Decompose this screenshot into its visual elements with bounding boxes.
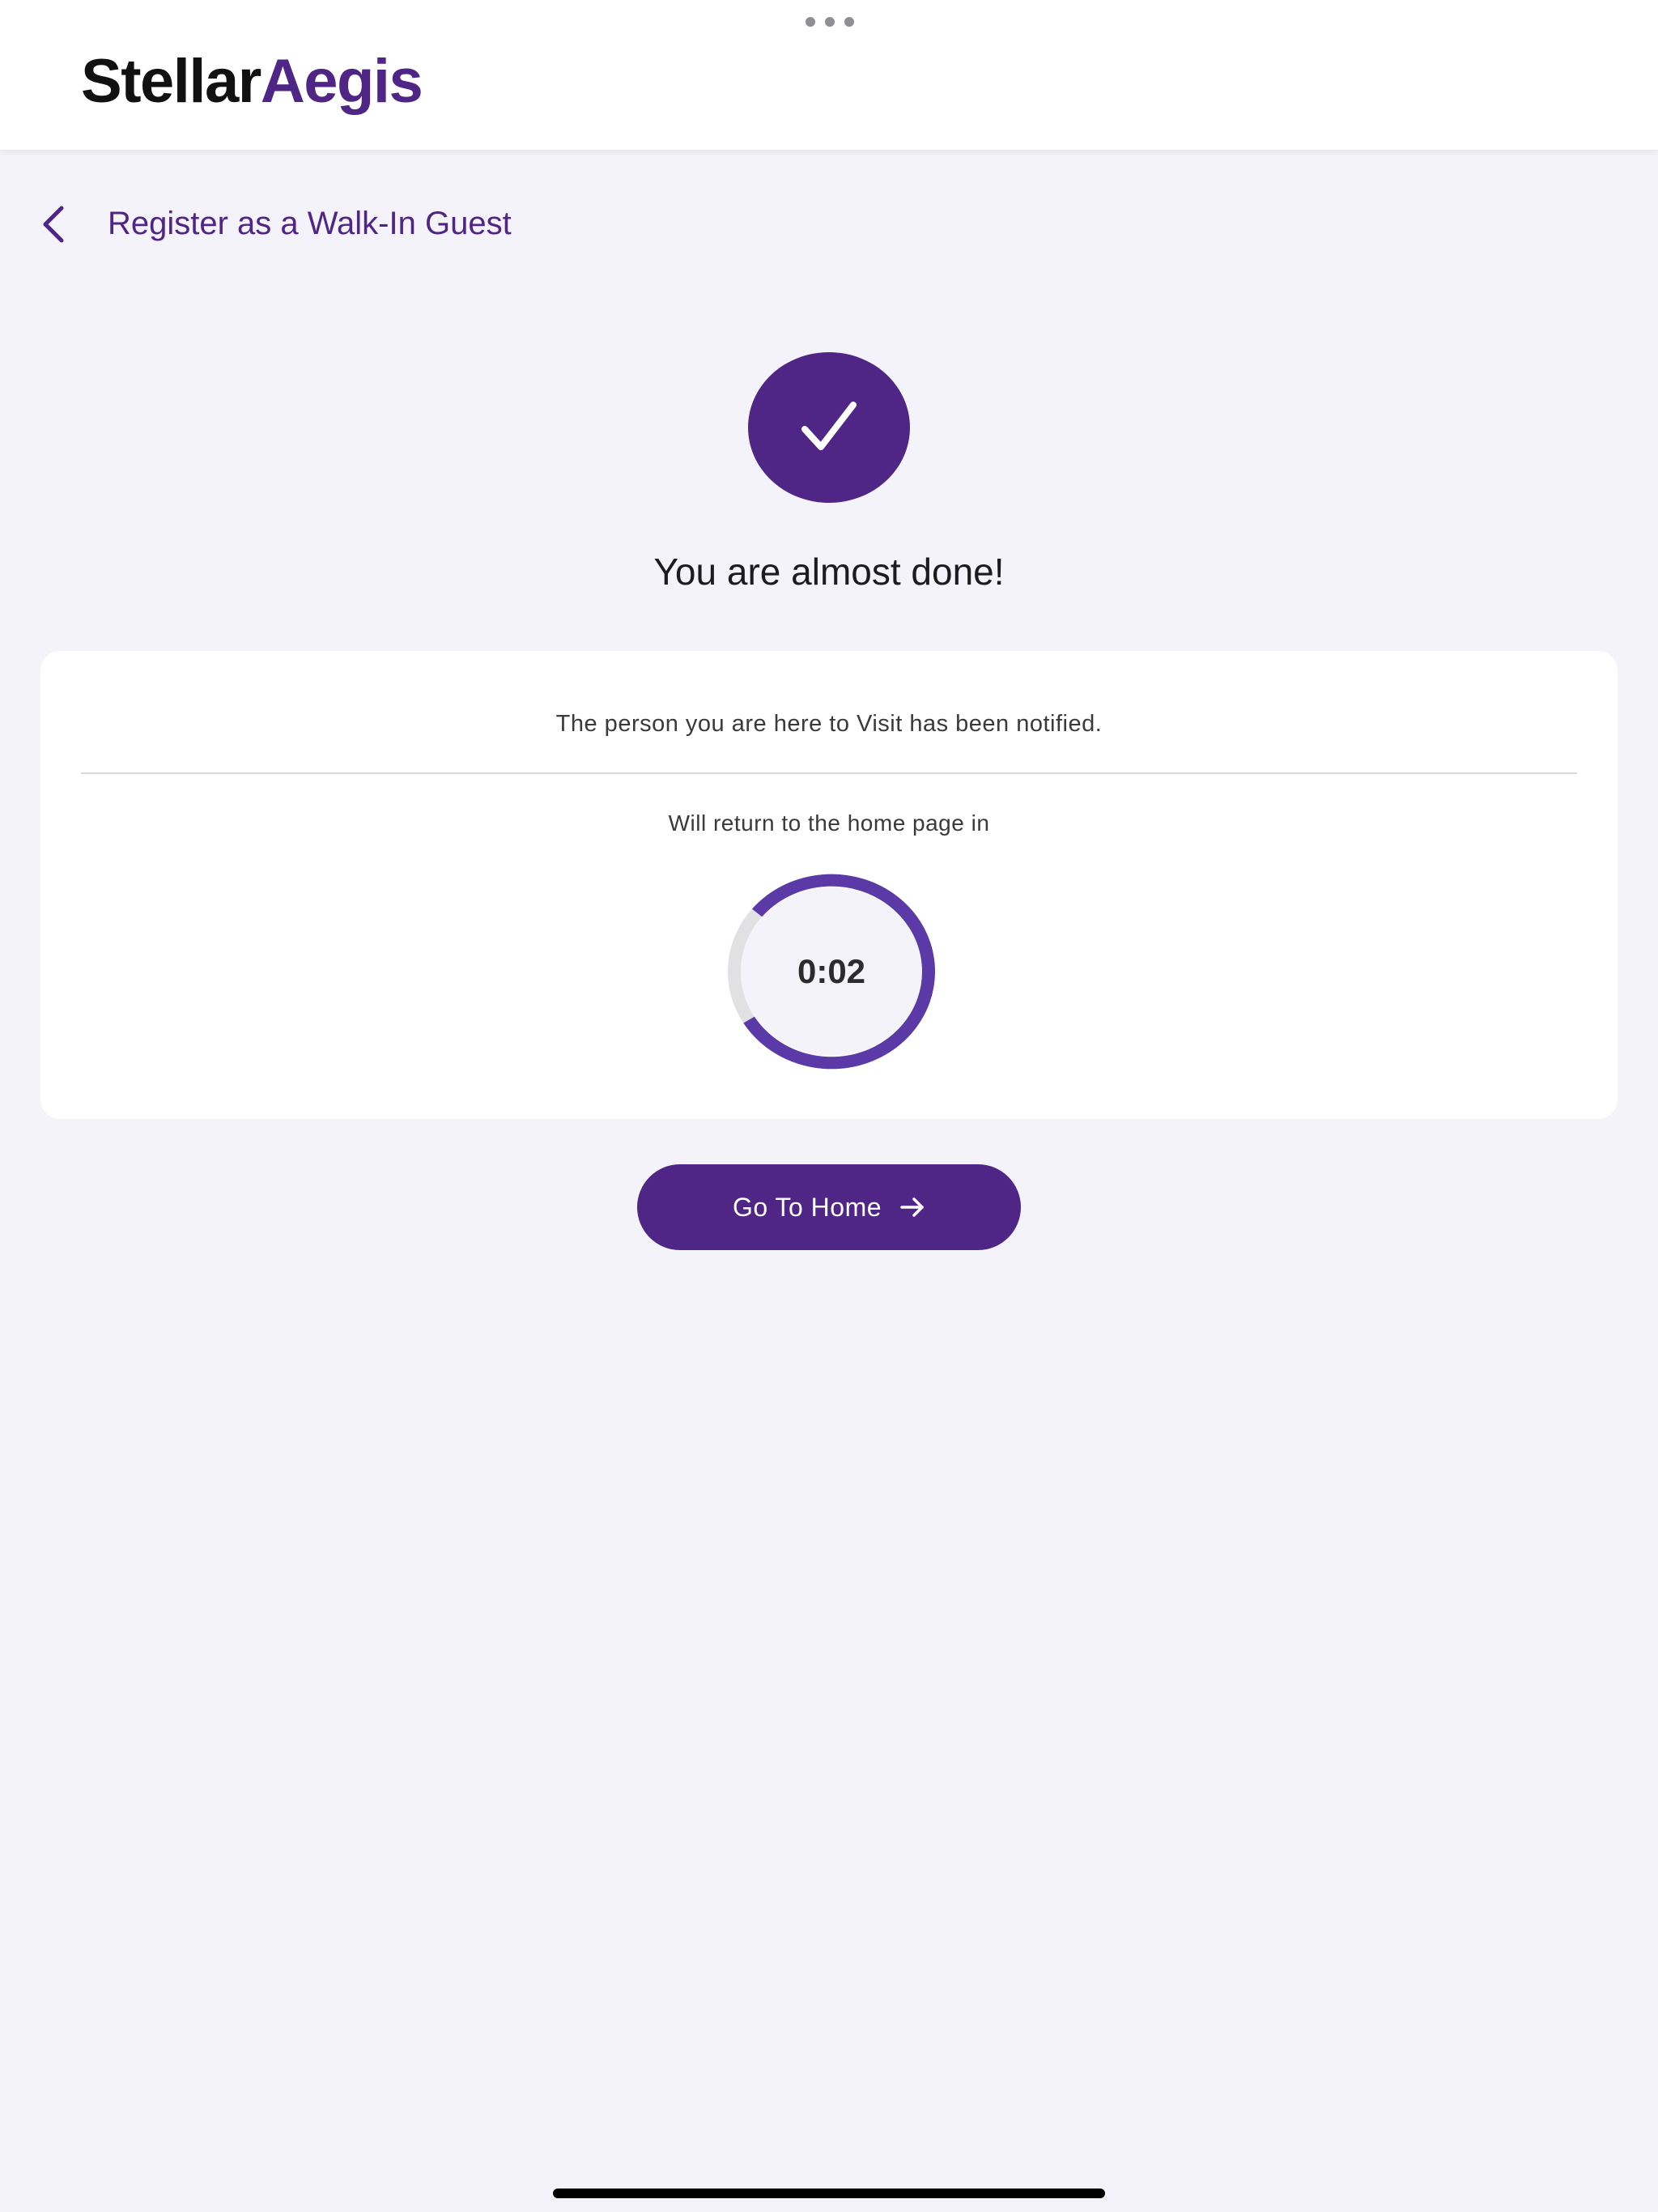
go-to-home-button[interactable]: Go To Home — [637, 1164, 1021, 1250]
return-countdown-label: Will return to the home page in — [668, 810, 990, 836]
logo-text-aegis: Aegis — [260, 47, 423, 116]
multitask-menu-icon[interactable] — [806, 16, 854, 28]
back-button[interactable] — [29, 200, 78, 249]
go-to-home-label: Go To Home — [732, 1192, 882, 1222]
notification-message: The person you are here to Visit has bee… — [555, 711, 1103, 737]
page-title: Register as a Walk-In Guest — [108, 206, 512, 241]
countdown-timer: 0:02 — [718, 865, 945, 1078]
brand-logo: StellarAegis — [81, 47, 423, 117]
countdown-value: 0:02 — [797, 952, 866, 990]
app-header: StellarAegis — [0, 0, 1658, 150]
notification-card: The person you are here to Visit has bee… — [40, 651, 1618, 1119]
card-divider — [81, 772, 1577, 774]
logo-text-stellar: Stellar — [81, 47, 261, 116]
checkmark-icon — [801, 402, 857, 450]
chevron-left-icon — [43, 206, 64, 243]
home-indicator[interactable] — [553, 2189, 1105, 2198]
success-badge — [748, 352, 910, 503]
page-nav: Register as a Walk-In Guest — [0, 190, 729, 255]
arrow-right-icon — [899, 1196, 925, 1219]
status-headline: You are almost done! — [653, 551, 1005, 593]
app-screen: StellarAegis Register as a Walk-In Guest… — [0, 0, 1658, 2212]
